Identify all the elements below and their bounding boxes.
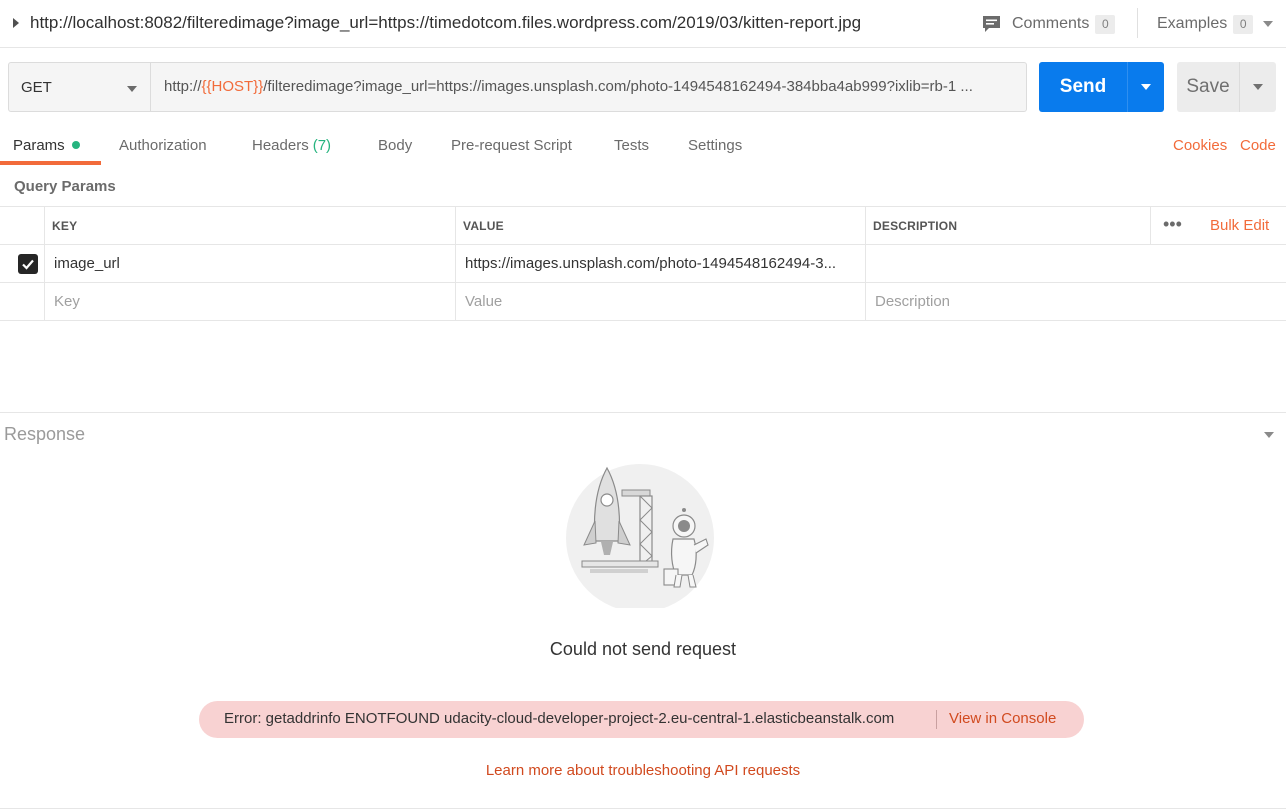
header-actions-cell: ••• Bulk Edit bbox=[1150, 207, 1286, 244]
bulk-edit-link[interactable]: Bulk Edit bbox=[1210, 217, 1269, 234]
learn-more-link[interactable]: Learn more about troubleshooting API req… bbox=[0, 762, 1286, 779]
table-row-empty: Key Value Description bbox=[0, 283, 1286, 321]
new-description-input[interactable]: Description bbox=[866, 283, 1150, 320]
header-value-cell: VALUE bbox=[456, 207, 866, 244]
collapse-caret-icon[interactable] bbox=[13, 18, 19, 28]
query-params-label: Query Params bbox=[14, 178, 116, 195]
error-banner: Error: getaddrinfo ENOTFOUND udacity-clo… bbox=[199, 701, 1084, 738]
tab-settings[interactable]: Settings bbox=[688, 128, 742, 166]
param-value-cell[interactable]: https://images.unsplash.com/photo-149454… bbox=[456, 245, 866, 282]
param-description-cell[interactable] bbox=[866, 245, 1150, 282]
comment-icon bbox=[983, 15, 1000, 32]
bottom-divider bbox=[0, 808, 1286, 809]
chevron-down-icon bbox=[1253, 84, 1263, 90]
title-divider bbox=[1137, 8, 1138, 38]
tab-headers-label: Headers bbox=[252, 137, 309, 154]
error-message: Error: getaddrinfo ENOTFOUND udacity-clo… bbox=[224, 710, 895, 727]
tab-params-label: Params bbox=[13, 137, 65, 154]
chevron-down-icon bbox=[1263, 21, 1274, 27]
new-key-input[interactable]: Key bbox=[45, 283, 456, 320]
param-value: https://images.unsplash.com/photo-149454… bbox=[465, 255, 837, 272]
header-key-cell: KEY bbox=[45, 207, 456, 244]
request-title[interactable]: http://localhost:8082/filteredimage?imag… bbox=[30, 13, 861, 33]
query-params-table: KEY VALUE DESCRIPTION ••• Bulk Edit imag… bbox=[0, 206, 1286, 321]
active-tab-underline bbox=[0, 161, 101, 165]
header-description-cell: DESCRIPTION bbox=[866, 207, 1150, 244]
examples-dropdown[interactable]: Examples 0 bbox=[1157, 12, 1274, 36]
url-variable: {{HOST}} bbox=[201, 78, 264, 95]
error-divider bbox=[936, 710, 937, 729]
description-column-header: DESCRIPTION bbox=[873, 219, 958, 233]
param-key-cell[interactable]: image_url bbox=[45, 245, 456, 282]
comments-button[interactable]: Comments 0 bbox=[982, 12, 1116, 36]
tab-headers[interactable]: Headers (7) bbox=[252, 128, 331, 166]
comments-count-badge: 0 bbox=[1095, 14, 1116, 34]
response-header: Response bbox=[0, 412, 1286, 455]
comments-label: Comments bbox=[1012, 15, 1090, 32]
url-prefix: http:// bbox=[164, 78, 202, 95]
request-title-bar: http://localhost:8082/filteredimage?imag… bbox=[0, 0, 1286, 48]
chevron-down-icon bbox=[127, 86, 137, 92]
param-key: image_url bbox=[54, 255, 120, 272]
url-path: /filteredimage?image_url=https://images.… bbox=[263, 78, 973, 95]
method-label: GET bbox=[21, 79, 52, 96]
param-enabled-checkbox[interactable] bbox=[18, 254, 38, 274]
rocket-astronaut-illustration bbox=[566, 464, 714, 608]
save-options-button[interactable] bbox=[1239, 62, 1276, 112]
more-options-icon[interactable]: ••• bbox=[1163, 215, 1182, 233]
tab-authorization[interactable]: Authorization bbox=[119, 128, 207, 166]
save-button[interactable]: Save bbox=[1177, 62, 1239, 112]
view-in-console-link[interactable]: View in Console bbox=[949, 710, 1056, 727]
cookies-link[interactable]: Cookies bbox=[1173, 137, 1227, 154]
header-check-cell bbox=[0, 207, 45, 244]
table-row: image_url https://images.unsplash.com/ph… bbox=[0, 245, 1286, 283]
url-input[interactable]: http://{{HOST}}/filteredimage?image_url=… bbox=[150, 62, 1027, 112]
value-placeholder: Value bbox=[465, 293, 503, 310]
send-options-button[interactable] bbox=[1127, 62, 1164, 112]
send-button[interactable]: Send bbox=[1039, 62, 1127, 112]
tab-pre-request-script[interactable]: Pre-request Script bbox=[451, 128, 572, 166]
chevron-down-icon[interactable] bbox=[1264, 432, 1274, 438]
response-message: Could not send request bbox=[549, 639, 737, 659]
check-icon bbox=[22, 259, 34, 270]
examples-count-badge: 0 bbox=[1233, 14, 1254, 34]
table-header-row: KEY VALUE DESCRIPTION ••• Bulk Edit bbox=[0, 206, 1286, 245]
row-check-cell bbox=[0, 283, 45, 320]
key-column-header: KEY bbox=[52, 219, 78, 233]
description-placeholder: Description bbox=[875, 293, 951, 310]
chevron-down-icon bbox=[1141, 84, 1151, 90]
key-placeholder: Key bbox=[54, 293, 80, 310]
request-tabs: Params Authorization Headers (7) Body Pre… bbox=[0, 128, 1286, 166]
code-link[interactable]: Code bbox=[1240, 137, 1276, 154]
method-select[interactable]: GET bbox=[8, 62, 151, 112]
headers-count: (7) bbox=[312, 137, 332, 154]
examples-label: Examples bbox=[1157, 15, 1228, 32]
value-column-header: VALUE bbox=[463, 219, 504, 233]
response-title: Response bbox=[4, 424, 86, 444]
new-value-input[interactable]: Value bbox=[456, 283, 866, 320]
params-active-dot bbox=[71, 141, 80, 149]
tab-tests[interactable]: Tests bbox=[614, 128, 649, 166]
row-check-cell bbox=[0, 245, 45, 282]
tab-body[interactable]: Body bbox=[378, 128, 412, 166]
